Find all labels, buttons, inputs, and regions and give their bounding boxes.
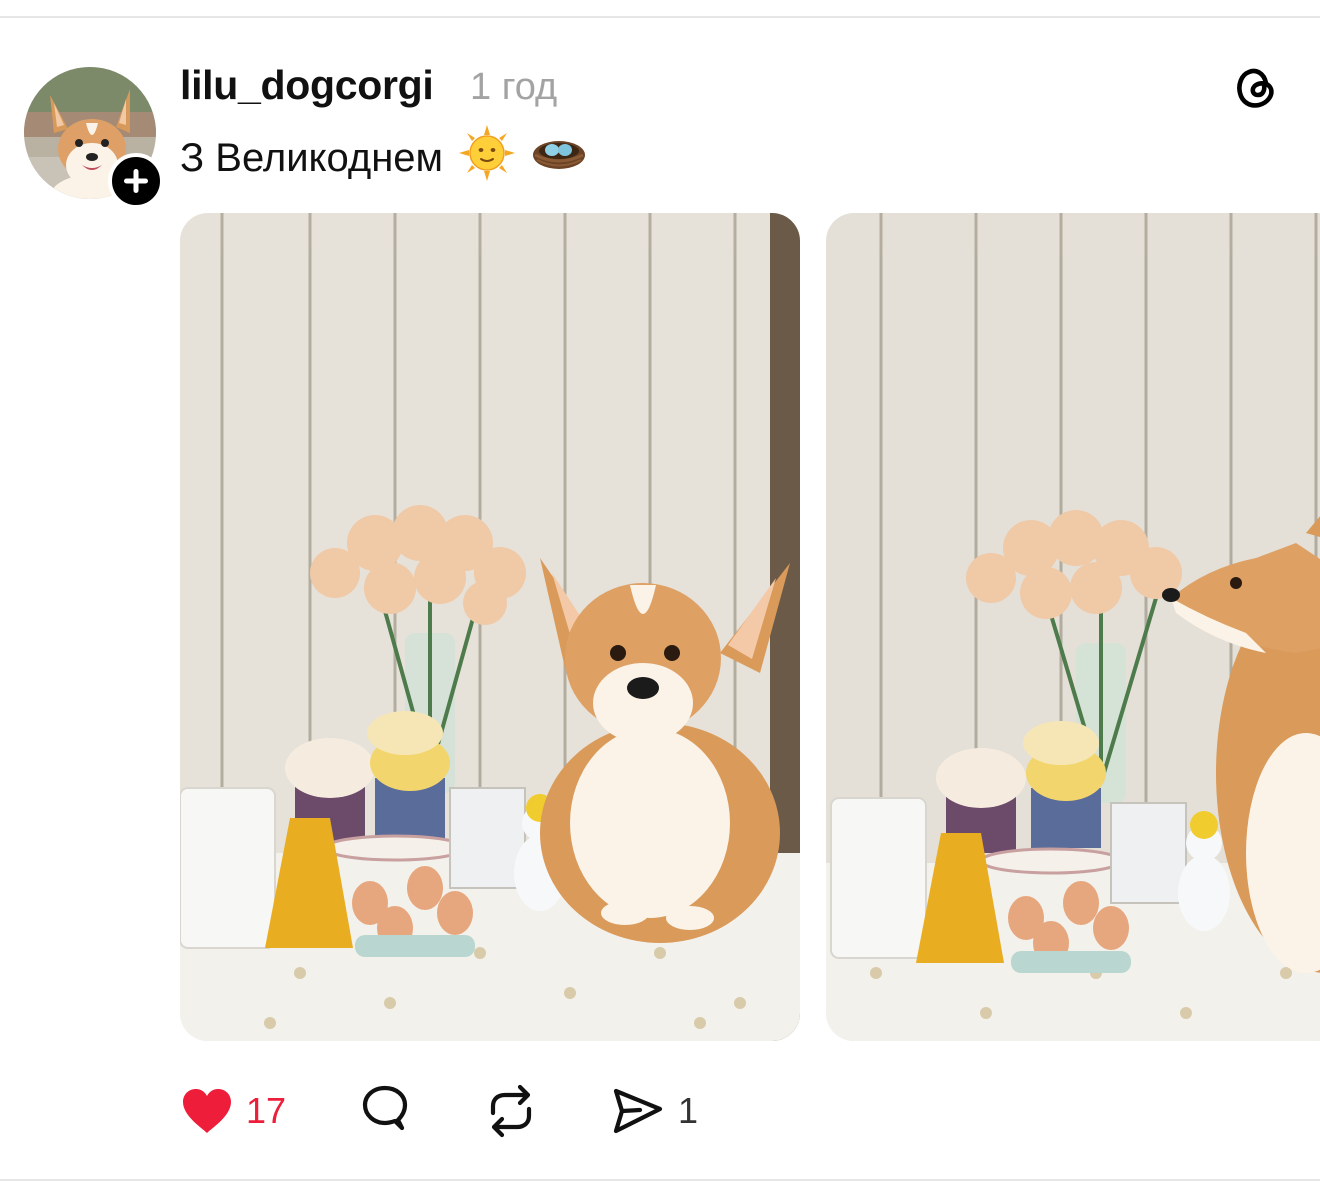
author-username[interactable]: lilu_dogcorgi <box>180 62 434 109</box>
author-avatar[interactable] <box>24 67 164 209</box>
share-button[interactable]: 1 <box>610 1080 698 1142</box>
photo-corgi-easter-table-front[interactable] <box>180 213 800 1041</box>
like-count: 17 <box>246 1090 287 1131</box>
top-divider <box>0 16 1320 18</box>
media-carousel[interactable] <box>180 213 1320 1041</box>
nest-with-eggs-emoji <box>531 133 587 183</box>
heart-filled-icon <box>183 1089 231 1133</box>
comment-button[interactable] <box>358 1080 412 1142</box>
send-icon <box>613 1088 663 1134</box>
repost-icon <box>490 1084 532 1138</box>
comment-bubble-icon <box>362 1085 408 1131</box>
threads-icon[interactable] <box>1232 63 1280 111</box>
photo-corgi-sniffing-flowers[interactable] <box>826 213 1320 1041</box>
share-count: 1 <box>678 1090 699 1131</box>
bottom-divider <box>0 1179 1320 1181</box>
repost-button[interactable] <box>483 1080 539 1142</box>
post-timestamp: 1 год <box>470 66 558 108</box>
sun-face-emoji <box>459 125 516 191</box>
follow-plus-button[interactable] <box>108 153 164 209</box>
plus-icon <box>124 169 148 193</box>
like-button[interactable]: 17 <box>180 1080 286 1142</box>
caption-text: З Великоднем <box>180 135 444 180</box>
post-caption: З Великоднем <box>180 125 587 184</box>
